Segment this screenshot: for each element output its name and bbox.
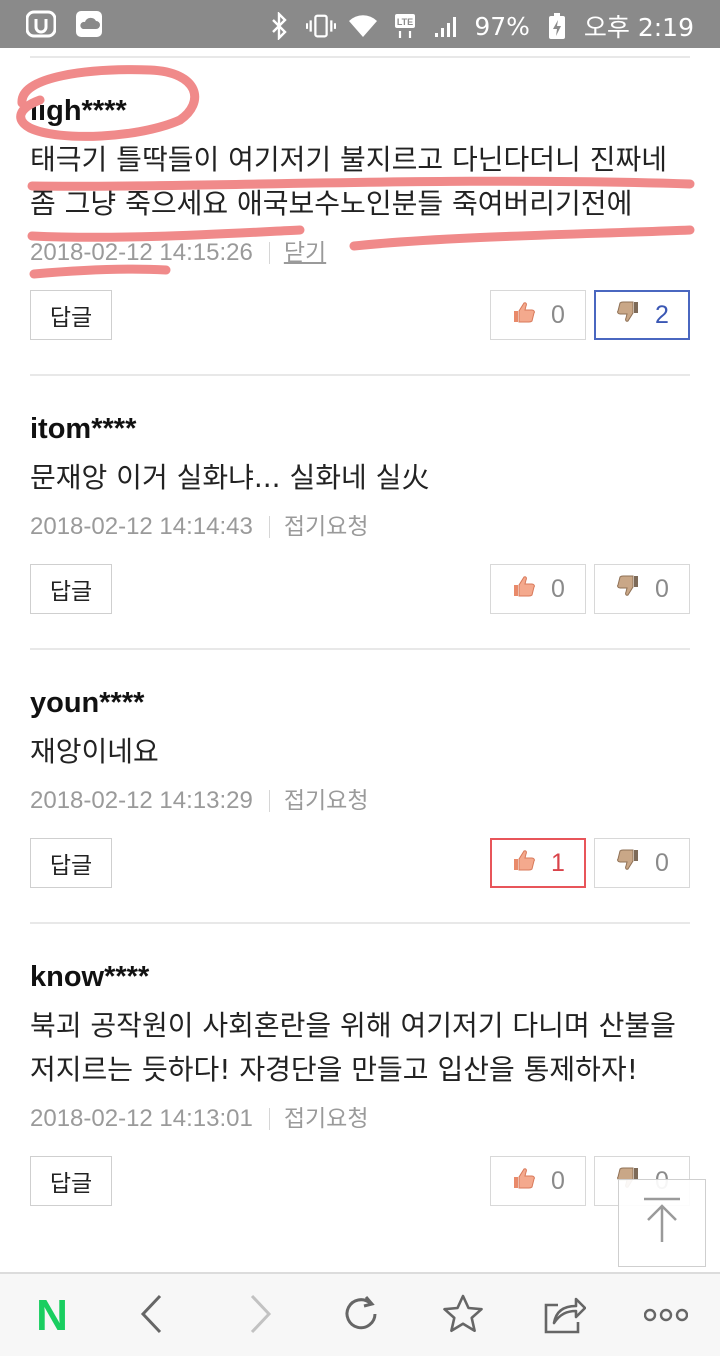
reply-button[interactable]: 답글: [30, 564, 112, 614]
like-button[interactable]: 0: [490, 1156, 586, 1206]
battery-percent: 97%: [474, 11, 530, 41]
forward-button[interactable]: [220, 1274, 300, 1356]
comment-item: ligh**** 태극기 틀딱들이 여기저기 불지르고 다닌다더니 진짜네 좀 …: [16, 58, 695, 340]
comment-meta: 2018-02-12 14:14:43 접기요청: [30, 512, 690, 542]
status-bar: LTE 97% 오후 2:19: [0, 0, 720, 48]
forward-icon: [246, 1293, 274, 1339]
bottom-nav: N: [0, 1272, 720, 1356]
comment-actions: 답글 0 2: [30, 290, 690, 340]
star-icon: [442, 1293, 484, 1339]
thumbs-up-icon: [511, 847, 537, 880]
comment-meta: 2018-02-12 14:15:26 닫기: [30, 238, 690, 268]
fold-request-link[interactable]: 접기요청: [284, 1104, 369, 1134]
thumbs-down-icon: [615, 847, 641, 880]
refresh-icon: [340, 1293, 382, 1339]
vibrate-icon: [306, 12, 337, 40]
share-button[interactable]: [524, 1274, 604, 1356]
thumbs-up-icon: [511, 299, 537, 332]
meta-separator: [268, 242, 270, 264]
naver-home-button[interactable]: N: [12, 1274, 92, 1356]
like-button[interactable]: 0: [490, 564, 586, 614]
comment-text: 북괴 공작원이 사회혼란을 위해 여기저기 다니며 산불을 저지르는 듯하다! …: [30, 1009, 676, 1086]
comment-text: 태극기 틀딱들이 여기저기 불지르고 다닌다더니 진짜네 좀 그냥 죽으세요 애…: [30, 143, 667, 220]
comment-actions: 답글 1 0: [30, 838, 690, 888]
dislike-button[interactable]: 0: [594, 564, 690, 614]
arrow-up-icon: [640, 1196, 684, 1250]
app-notification-icon: [26, 10, 56, 38]
close-link[interactable]: 닫기: [284, 238, 326, 268]
fold-request-link[interactable]: 접기요청: [284, 512, 369, 542]
like-button[interactable]: 0: [490, 290, 586, 340]
reply-button[interactable]: 답글: [30, 838, 112, 888]
comment-author: know****: [30, 961, 150, 993]
thumbs-down-icon: [615, 299, 641, 332]
more-button[interactable]: [626, 1274, 706, 1356]
wifi-icon: [348, 12, 378, 40]
dislike-count: 0: [655, 848, 669, 877]
like-button[interactable]: 1: [490, 838, 586, 888]
cloud-icon: [74, 10, 104, 38]
scroll-to-top-button[interactable]: [618, 1179, 706, 1267]
comment-actions: 답글 0 0: [30, 564, 690, 614]
dislike-count: 2: [655, 300, 669, 329]
comment-author: itom****: [30, 413, 137, 445]
clock: 오후 2:19: [583, 13, 694, 42]
back-button[interactable]: [112, 1274, 192, 1356]
comment-item: know**** 북괴 공작원이 사회혼란을 위해 여기저기 다니며 산불을 저…: [30, 924, 690, 1206]
more-icon: [643, 1307, 689, 1326]
meta-separator: [268, 1108, 270, 1130]
dislike-button[interactable]: 2: [594, 290, 690, 340]
comment-timestamp: 2018-02-12 14:15:26: [30, 239, 253, 266]
thumbs-down-icon: [615, 573, 641, 606]
dislike-count: 0: [655, 574, 669, 603]
comment-list: ligh**** 태극기 틀딱들이 여기저기 불지르고 다닌다더니 진짜네 좀 …: [16, 56, 695, 1206]
thumbs-up-icon: [511, 573, 537, 606]
like-count: 1: [551, 848, 565, 877]
comment-meta: 2018-02-12 14:13:29 접기요청: [30, 786, 690, 816]
meta-separator: [268, 516, 270, 538]
meta-separator: [268, 790, 270, 812]
like-count: 0: [551, 300, 565, 329]
reply-button[interactable]: 답글: [30, 1156, 112, 1206]
comment-author: youn****: [30, 687, 145, 719]
comment-meta: 2018-02-12 14:13:01 접기요청: [30, 1104, 690, 1134]
comment-author: ligh****: [30, 95, 127, 127]
bookmark-button[interactable]: [423, 1274, 503, 1356]
like-count: 0: [551, 574, 565, 603]
naver-logo: N: [36, 1291, 68, 1340]
comment-timestamp: 2018-02-12 14:14:43: [30, 513, 253, 540]
refresh-button[interactable]: [321, 1274, 401, 1356]
comment-text: 문재앙 이거 실화냐... 실화네 실火: [30, 461, 430, 494]
lte-icon: LTE: [390, 12, 420, 40]
signal-icon: [432, 12, 462, 40]
comment-timestamp: 2018-02-12 14:13:01: [30, 1105, 253, 1132]
comment-actions: 답글 0 0: [30, 1156, 690, 1206]
battery-charging-icon: [542, 12, 572, 40]
comment-item: youn**** 재앙이네요 2018-02-12 14:13:29 접기요청 …: [30, 650, 690, 888]
svg-text:LTE: LTE: [397, 17, 413, 27]
comment-text: 재앙이네요: [30, 735, 159, 768]
reply-button[interactable]: 답글: [30, 290, 112, 340]
comment-item: itom**** 문재앙 이거 실화냐... 실화네 실火 2018-02-12…: [30, 376, 690, 614]
dislike-button[interactable]: 0: [594, 838, 690, 888]
comment-timestamp: 2018-02-12 14:13:29: [30, 787, 253, 814]
back-icon: [138, 1293, 166, 1339]
fold-request-link[interactable]: 접기요청: [284, 786, 369, 816]
thumbs-up-icon: [511, 1165, 537, 1198]
share-icon: [542, 1293, 587, 1339]
bluetooth-icon: [264, 12, 294, 40]
like-count: 0: [551, 1166, 565, 1195]
